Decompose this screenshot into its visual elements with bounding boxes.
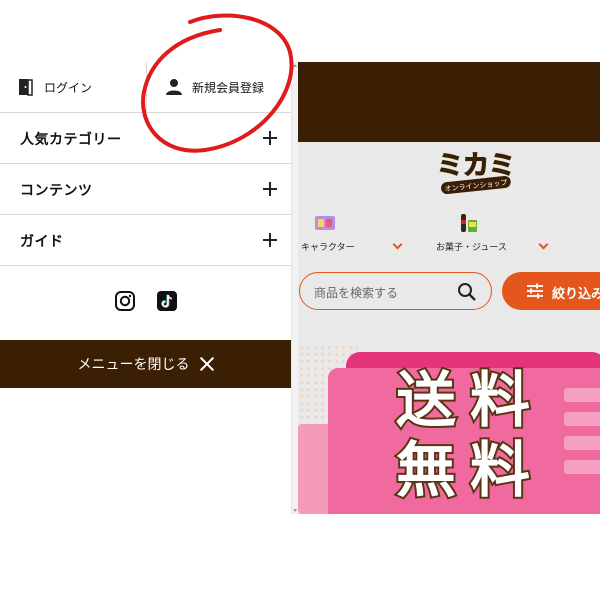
- accordion-label: ガイド: [20, 234, 64, 250]
- register-label: 新規会員登録: [192, 80, 265, 95]
- social-links: [114, 290, 178, 312]
- banner-headline-line1: 送料: [394, 364, 544, 438]
- banner-stripes: [564, 388, 600, 498]
- banner-headline-line2: 無料: [394, 434, 544, 508]
- category-label: キャラクター: [301, 243, 355, 253]
- tiktok-icon[interactable]: [156, 290, 178, 312]
- accordion-guide[interactable]: ガイド: [0, 215, 291, 266]
- close-menu-label: メニューを閉じる: [77, 357, 190, 373]
- site-preview: ミカミ オンラインショップ キャラクター お菓子・ジュース 商品を検索する 絞り…: [298, 62, 600, 514]
- chevron-down-icon: [538, 239, 549, 250]
- site-header-bar: [298, 62, 600, 142]
- filter-button[interactable]: 絞り込み: [502, 272, 600, 310]
- search-icon[interactable]: [457, 282, 477, 302]
- accordion-contents[interactable]: コンテンツ: [0, 164, 291, 215]
- register-link[interactable]: 新規会員登録: [146, 62, 291, 112]
- chevron-down-icon: [392, 239, 403, 250]
- filter-label: 絞り込み: [552, 287, 600, 302]
- scrollbar[interactable]: [291, 62, 298, 514]
- login-link[interactable]: ログイン: [16, 62, 146, 112]
- accordion-popular-categories[interactable]: 人気カテゴリー: [0, 113, 291, 164]
- close-icon: [200, 357, 214, 371]
- page: ログイン 新規会員登録 人気カテゴリー コンテンツ ガイド メニューを閉じる ミ…: [0, 0, 600, 600]
- search-placeholder: 商品を検索する: [314, 286, 399, 300]
- mikami-logo[interactable]: ミカミ オンラインショップ: [435, 146, 517, 196]
- instagram-icon[interactable]: [114, 290, 136, 312]
- accordion-label: 人気カテゴリー: [20, 132, 122, 148]
- plus-icon: [263, 182, 277, 196]
- auth-row: ログイン 新規会員登録: [0, 62, 291, 113]
- character-icon: [315, 216, 335, 230]
- filter-sliders-icon: [527, 283, 543, 299]
- accordion-label: コンテンツ: [20, 183, 93, 199]
- free-shipping-banner[interactable]: 送料 無料: [298, 344, 600, 514]
- login-label: ログイン: [44, 80, 93, 95]
- category-label: お菓子・ジュース: [436, 243, 507, 253]
- person-icon: [166, 79, 182, 95]
- scroll-down-icon[interactable]: [293, 509, 297, 512]
- close-menu-button[interactable]: メニューを閉じる: [0, 340, 291, 388]
- plus-icon: [263, 131, 277, 145]
- plus-icon: [263, 233, 277, 247]
- snack-icon: [461, 214, 477, 232]
- menu-drawer: ログイン 新規会員登録 人気カテゴリー コンテンツ ガイド メニューを閉じる: [0, 62, 291, 388]
- search-input[interactable]: 商品を検索する: [299, 272, 492, 310]
- door-icon: [19, 79, 33, 96]
- banner-headline: 送料 無料: [394, 364, 544, 508]
- scroll-up-icon[interactable]: [293, 64, 297, 67]
